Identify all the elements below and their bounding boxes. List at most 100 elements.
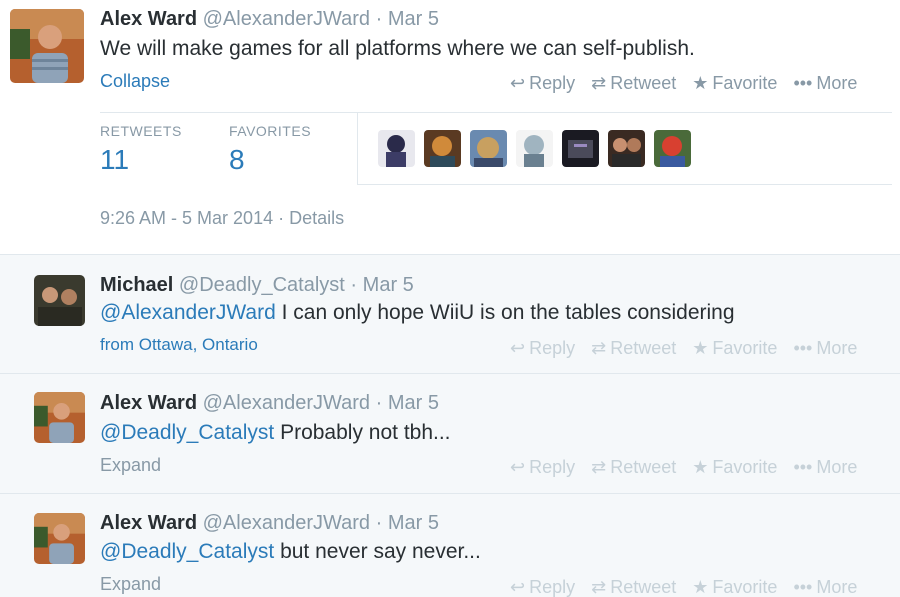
tweet-actions: ↩ Reply ⇄ Retweet ★ Favorite ••• More — [510, 577, 857, 597]
separator: · — [375, 8, 383, 30]
reply-button[interactable]: ↩ Reply — [510, 73, 575, 94]
retweets-count[interactable]: 11 — [100, 144, 129, 176]
separator: · — [375, 512, 383, 534]
stats-vertical-divider — [357, 112, 358, 184]
more-dots-icon: ••• — [793, 73, 813, 93]
mention-link[interactable]: @Deadly_Catalyst — [100, 540, 274, 563]
author-name[interactable]: Alex Ward — [100, 512, 197, 534]
reply-button[interactable]: ↩ Reply — [510, 338, 575, 359]
favoriter-avatar[interactable] — [654, 130, 691, 167]
main-tweet: Alex Ward @AlexanderJWard · Mar 5 We wil… — [0, 0, 900, 254]
favorite-label: Favorite — [712, 577, 778, 597]
author-handle[interactable]: @Deadly_Catalyst — [179, 274, 345, 296]
more-button[interactable]: ••• More — [793, 338, 857, 359]
reply-button[interactable]: ↩ Reply — [510, 457, 575, 478]
favorite-button[interactable]: ★ Favorite — [692, 73, 777, 94]
mention-link[interactable]: @Deadly_Catalyst — [100, 421, 274, 444]
retweet-button[interactable]: ⇄ Retweet — [591, 338, 676, 359]
more-button[interactable]: ••• More — [793, 577, 857, 597]
retweet-label: Retweet — [610, 577, 677, 597]
details-link[interactable]: Details — [289, 208, 344, 228]
more-dots-icon: ••• — [793, 577, 813, 597]
favorite-button[interactable]: ★ Favorite — [692, 457, 777, 478]
tweet-actions: ↩ Reply ⇄ Retweet ★ Favorite ••• More — [510, 457, 857, 478]
retweet-button[interactable]: ⇄ Retweet — [591, 73, 676, 94]
tweet-header: Alex Ward @AlexanderJWard · Mar 5 — [100, 392, 439, 415]
author-name[interactable]: Michael — [100, 274, 173, 296]
tweet-text: @AlexanderJWard I can only hope WiiU is … — [100, 301, 735, 325]
retweet-button[interactable]: ⇄ Retweet — [591, 457, 676, 478]
more-dots-icon: ••• — [793, 338, 813, 358]
favoriter-avatar[interactable] — [424, 130, 461, 167]
tweet-date[interactable]: Mar 5 — [363, 274, 414, 296]
reply-label: Reply — [529, 73, 576, 93]
reply-label: Reply — [529, 577, 576, 597]
tweet-header: Michael @Deadly_Catalyst · Mar 5 — [100, 274, 414, 297]
tweet-text: @Deadly_Catalyst Probably not tbh... — [100, 421, 451, 445]
tweet-body: Probably not tbh... — [274, 421, 451, 444]
expand-link[interactable]: Expand — [100, 455, 161, 476]
author-avatar[interactable] — [34, 513, 85, 564]
star-icon: ★ — [692, 73, 709, 93]
author-handle[interactable]: @AlexanderJWard — [203, 8, 370, 30]
tweet-actions: ↩ Reply ⇄ Retweet ★ Favorite ••• More — [510, 338, 857, 359]
author-name[interactable]: Alex Ward — [100, 392, 197, 414]
tweet-date[interactable]: Mar 5 — [388, 8, 439, 30]
more-label: More — [816, 338, 858, 358]
tweet-date[interactable]: Mar 5 — [388, 392, 439, 414]
more-label: More — [816, 73, 858, 93]
reply-tweet[interactable]: Alex Ward @AlexanderJWard · Mar 5 @Deadl… — [0, 493, 900, 597]
author-handle[interactable]: @AlexanderJWard — [203, 392, 370, 414]
author-avatar[interactable] — [34, 392, 85, 443]
expand-link[interactable]: Expand — [100, 574, 161, 595]
mention-link[interactable]: @AlexanderJWard — [100, 301, 276, 324]
more-label: More — [816, 457, 858, 477]
favoriter-avatar[interactable] — [378, 130, 415, 167]
retweet-label: Retweet — [610, 457, 677, 477]
more-button[interactable]: ••• More — [793, 73, 857, 94]
author-avatar[interactable] — [10, 9, 84, 83]
retweets-label: RETWEETS — [100, 123, 182, 139]
tweet-body: but never say never... — [274, 540, 481, 563]
retweet-label: Retweet — [610, 73, 677, 93]
separator: · — [350, 274, 358, 296]
retweet-icon: ⇄ — [591, 338, 607, 358]
tweet-date[interactable]: Mar 5 — [388, 512, 439, 534]
retweet-icon: ⇄ — [591, 73, 607, 93]
reply-label: Reply — [529, 457, 576, 477]
favorite-button[interactable]: ★ Favorite — [692, 577, 777, 597]
favoriter-avatar[interactable] — [516, 130, 553, 167]
author-handle[interactable]: @AlexanderJWard — [203, 512, 370, 534]
star-icon: ★ — [692, 457, 709, 477]
star-icon: ★ — [692, 338, 709, 358]
favorite-button[interactable]: ★ Favorite — [692, 338, 777, 359]
reply-tweet[interactable]: Alex Ward @AlexanderJWard · Mar 5 @Deadl… — [0, 373, 900, 493]
retweet-button[interactable]: ⇄ Retweet — [591, 577, 676, 597]
favorites-count[interactable]: 8 — [229, 144, 245, 176]
reply-icon: ↩ — [510, 73, 526, 93]
author-avatar[interactable] — [34, 275, 85, 326]
more-button[interactable]: ••• More — [793, 457, 857, 478]
reply-icon: ↩ — [510, 577, 526, 597]
star-icon: ★ — [692, 577, 709, 597]
more-label: More — [816, 577, 858, 597]
reply-label: Reply — [529, 338, 576, 358]
favorites-label: FAVORITES — [229, 123, 312, 139]
stats-top-divider — [100, 112, 892, 113]
author-name[interactable]: Alex Ward — [100, 8, 197, 30]
location-link[interactable]: from Ottawa, Ontario — [100, 335, 258, 355]
timestamp-text[interactable]: 9:26 AM - 5 Mar 2014 — [100, 208, 273, 228]
reply-tweet[interactable]: Michael @Deadly_Catalyst · Mar 5 @Alexan… — [0, 254, 900, 373]
favoriter-avatars — [378, 130, 691, 167]
favoriter-avatar[interactable] — [470, 130, 507, 167]
favorite-label: Favorite — [712, 338, 778, 358]
favoriter-avatar[interactable] — [562, 130, 599, 167]
tweet-actions: ↩ Reply ⇄ Retweet ★ Favorite ••• More — [510, 73, 857, 94]
tweet-body: I can only hope WiiU is on the tables co… — [275, 301, 735, 324]
more-dots-icon: ••• — [793, 457, 813, 477]
collapse-link[interactable]: Collapse — [100, 71, 170, 92]
tweet-text: We will make games for all platforms whe… — [100, 37, 695, 60]
retweet-label: Retweet — [610, 338, 677, 358]
favoriter-avatar[interactable] — [608, 130, 645, 167]
reply-button[interactable]: ↩ Reply — [510, 577, 575, 597]
